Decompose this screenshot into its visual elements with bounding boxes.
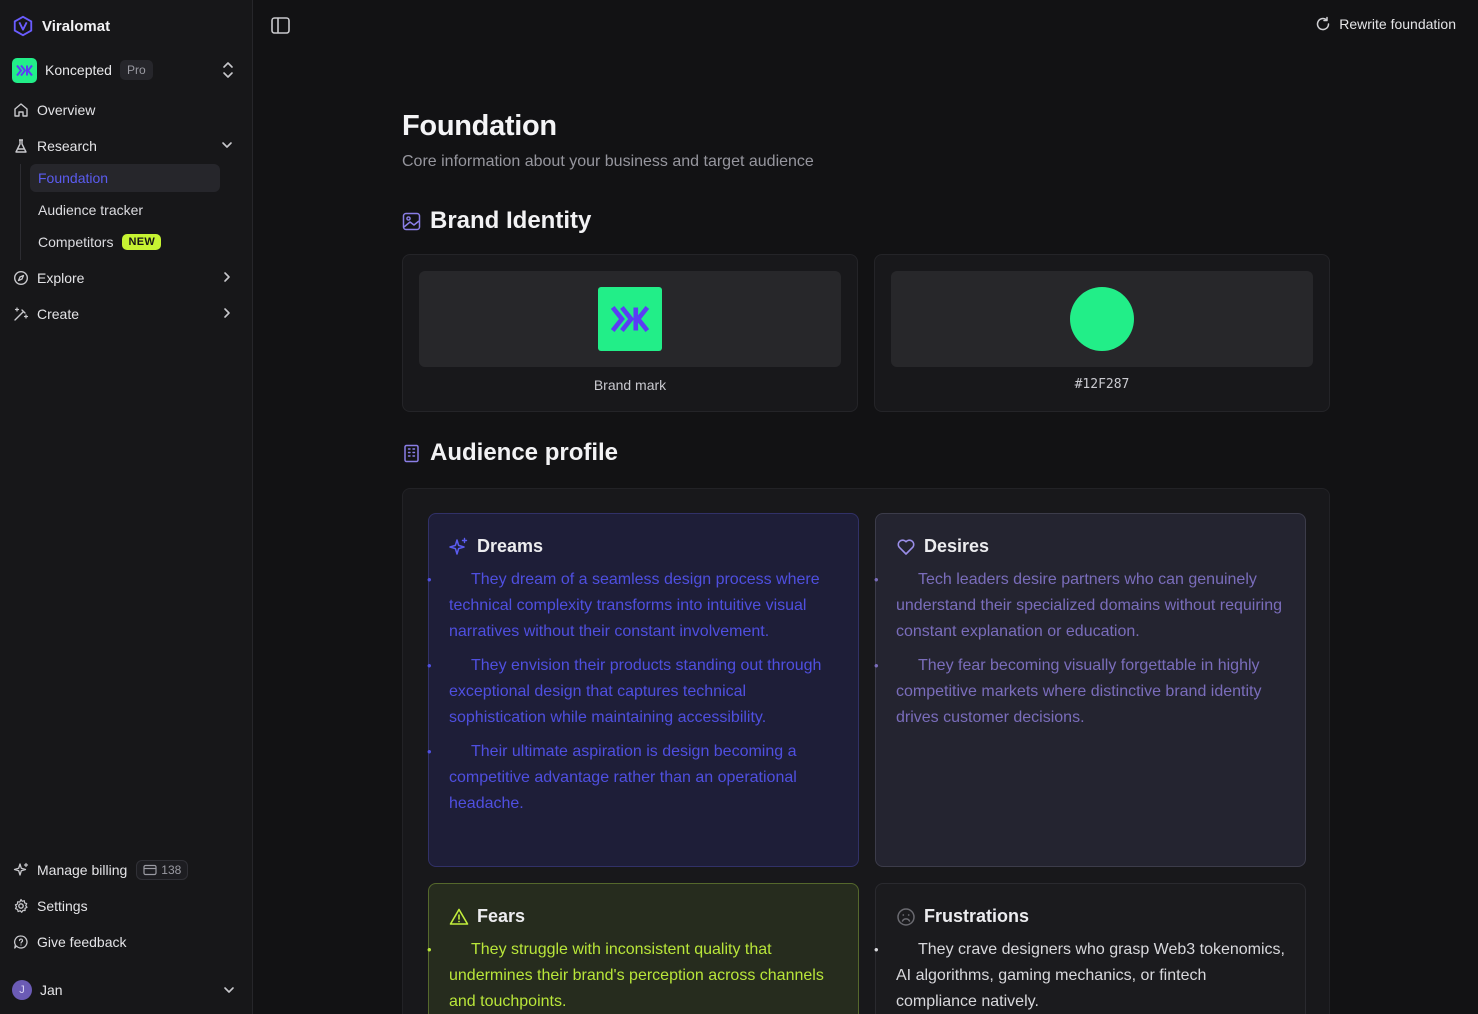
dreams-card: Dreams They dream of a seamless design p… (427, 513, 859, 867)
page-subtitle: Core information about your business and… (402, 153, 814, 170)
nav-billing-label: Manage billing (37, 862, 128, 878)
frustrations-card: Frustrations They crave designers who gr… (874, 883, 1306, 1014)
audience-profile-title: Audience profile (430, 439, 619, 466)
brand-color-preview (891, 271, 1313, 367)
audience-profile-heading: Audience profile (402, 439, 618, 467)
dreams-title: Dreams (477, 536, 544, 556)
workspace-logo (12, 57, 37, 83)
brand-color-card: #12F287 (874, 254, 1330, 412)
list-item: They fear becoming visually forgettable … (874, 653, 1285, 731)
nav-explore[interactable]: Explore (12, 264, 240, 292)
nav-create[interactable]: Create (12, 300, 240, 328)
app-name: Viralomat (42, 17, 111, 35)
rewrite-label: Rewrite foundation (1339, 16, 1456, 32)
chevron-down-icon (224, 987, 234, 993)
brand-mark-preview (419, 271, 841, 367)
brand-mark-logo (598, 287, 662, 351)
dreams-list: They dream of a seamless design process … (427, 567, 838, 817)
nav-feedback-label: Give feedback (37, 934, 127, 950)
user-menu[interactable]: J Jan (12, 978, 240, 1002)
nav-overview-label: Overview (37, 102, 96, 118)
chevron-up-down-icon (223, 62, 233, 78)
sidebar-item-label: Competitors (38, 234, 114, 250)
plan-badge: Pro (119, 60, 153, 80)
subnav-guide-line (20, 164, 21, 260)
magic-wand-icon (14, 307, 29, 321)
user-name: Jan (40, 982, 63, 998)
sidebar-item-competitors[interactable]: Competitors NEW (30, 228, 220, 256)
list-item: Tech leaders desire partners who can gen… (874, 567, 1285, 645)
credits-badge: 138 (136, 860, 189, 880)
brand-color-swatch (1070, 287, 1134, 351)
fears-title: Fears (477, 906, 526, 926)
list-item: They dream of a seamless design process … (427, 567, 838, 645)
list-item: Their ultimate aspiration is design beco… (427, 739, 838, 817)
chevron-right-icon (224, 308, 230, 318)
nav-overview[interactable]: Overview (12, 96, 240, 124)
audience-profile-panel: Dreams They dream of a seamless design p… (402, 488, 1330, 1014)
fears-list: They struggle with inconsistent quality … (427, 937, 838, 1014)
chevron-down-icon (222, 142, 232, 148)
nav-explore-label: Explore (37, 270, 85, 286)
flask-icon (15, 139, 27, 153)
home-icon (14, 103, 28, 117)
nav-manage-billing[interactable]: Manage billing 138 (12, 856, 240, 884)
app-brand[interactable]: Viralomat (12, 15, 110, 37)
list-item: They envision their products standing ou… (427, 653, 838, 731)
desires-list: Tech leaders desire partners who can gen… (874, 567, 1285, 731)
credits-count: 138 (161, 863, 182, 877)
brand-mark-label: Brand mark (593, 377, 667, 393)
workspace-name: Koncepted (45, 62, 112, 78)
fears-card: Fears They struggle with inconsistent qu… (427, 883, 859, 1014)
koncepted-logo-icon (610, 306, 650, 332)
sidebar-toggle-icon[interactable] (270, 16, 292, 36)
chat-bubble-icon (14, 935, 28, 949)
nav-research[interactable]: Research (12, 132, 240, 160)
nav-settings[interactable]: Settings (12, 892, 240, 920)
refresh-icon (1317, 16, 1330, 31)
brand-identity-title: Brand Identity (430, 207, 592, 234)
sparkles-icon (449, 537, 468, 555)
credit-card-icon (143, 864, 157, 876)
brand-identity-heading: Brand Identity (402, 207, 591, 235)
brand-mark-card: Brand mark (402, 254, 858, 412)
building-icon (404, 444, 419, 462)
frustrations-title: Frustrations (924, 906, 1030, 926)
heart-icon (897, 538, 915, 555)
chevron-right-icon (224, 272, 230, 282)
frown-icon (897, 907, 915, 926)
nav-research-label: Research (37, 138, 97, 154)
viralomat-logo-icon (13, 15, 33, 37)
nav-give-feedback[interactable]: Give feedback (12, 928, 240, 956)
compass-icon (13, 270, 29, 286)
brand-color-hex: #12F287 (1074, 377, 1130, 392)
nav-create-label: Create (37, 306, 80, 322)
frustrations-list: They crave designers who grasp Web3 toke… (874, 937, 1285, 1014)
list-item: They struggle with inconsistent quality … (427, 937, 838, 1014)
sidebar: Viralomat Koncepted Pro Overview Researc… (0, 0, 253, 1014)
sidebar-item-foundation[interactable]: Foundation (30, 164, 220, 192)
nav-settings-label: Settings (37, 898, 88, 914)
sidebar-item-audience-tracker[interactable]: Audience tracker (30, 196, 220, 224)
sparkles-icon (13, 862, 29, 876)
sidebar-item-label: Audience tracker (38, 202, 144, 218)
koncepted-logo-icon (16, 64, 33, 76)
image-icon (402, 212, 421, 230)
avatar: J (12, 980, 32, 1000)
desires-title: Desires (924, 536, 990, 556)
list-item: They crave designers who grasp Web3 toke… (874, 937, 1285, 1014)
gear-icon (14, 898, 28, 913)
page-title: Foundation (402, 110, 557, 142)
warning-icon (449, 908, 469, 925)
workspace-switcher[interactable]: Koncepted Pro (12, 57, 240, 83)
desires-card: Desires Tech leaders desire partners who… (874, 513, 1306, 867)
new-badge: NEW (122, 234, 162, 250)
rewrite-foundation-button[interactable]: Rewrite foundation (1315, 16, 1456, 32)
sidebar-item-label: Foundation (38, 170, 109, 186)
